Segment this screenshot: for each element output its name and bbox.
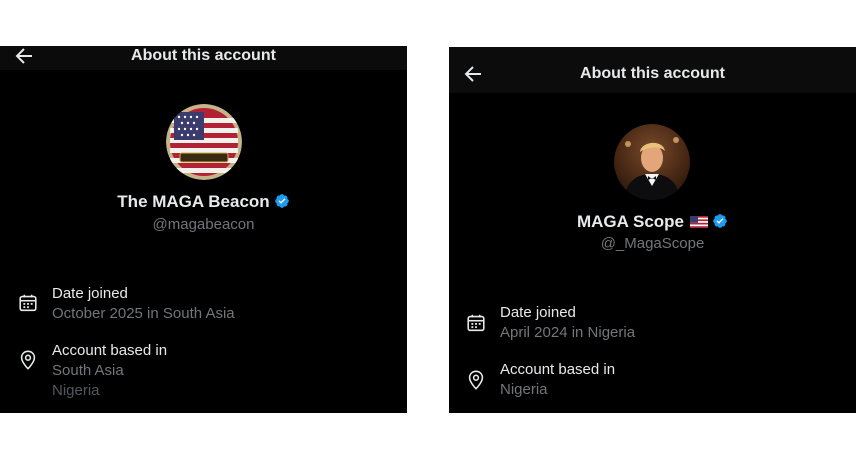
page-title: About this account	[580, 65, 725, 82]
display-name: MAGA Scope	[576, 212, 685, 231]
header: About this account	[0, 46, 407, 70]
avatar[interactable]	[166, 104, 242, 180]
account-based-label: Account based in	[500, 361, 616, 378]
display-name-row: The MAGA Beacon	[0, 192, 407, 212]
account-based-value: South Asia	[52, 362, 124, 379]
handle: @_MagaScope	[600, 235, 705, 252]
us-flag-avatar-image	[166, 104, 242, 180]
account-based-value: Nigeria	[500, 381, 548, 398]
verified-badge-icon	[713, 214, 727, 228]
page-title: About this account	[131, 47, 276, 64]
account-based-value-cut: Nigeria	[52, 382, 100, 399]
handle: @magabeacon	[152, 216, 255, 233]
us-flag-icon	[690, 216, 709, 228]
display-name: The MAGA Beacon	[117, 192, 270, 211]
avatar[interactable]	[614, 124, 690, 200]
about-account-panel-right: About this account MAGA Scope @_MagaScop…	[449, 47, 856, 413]
location-pin-icon	[468, 370, 484, 390]
verified-badge-icon	[274, 194, 289, 208]
header: About this account	[449, 47, 856, 93]
display-name-row: MAGA Scope	[449, 212, 856, 232]
location-pin-icon	[20, 350, 36, 370]
date-joined-label: Date joined	[52, 285, 128, 302]
calendar-icon	[467, 314, 485, 332]
person-avatar-image	[614, 124, 690, 200]
date-joined-label: Date joined	[500, 304, 576, 321]
date-joined-value: October 2025 in South Asia	[52, 305, 235, 322]
date-joined-value: April 2024 in Nigeria	[500, 324, 636, 341]
calendar-icon	[19, 294, 37, 312]
about-account-panel-left: About this account The MAGA Beacon @maga…	[0, 46, 407, 413]
account-based-label: Account based in	[52, 342, 168, 359]
